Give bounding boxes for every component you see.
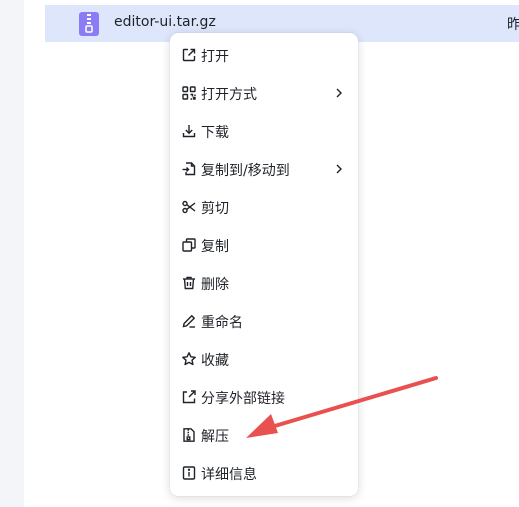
menu-item-cut[interactable]: 剪切 (170, 189, 358, 225)
menu-item-extract[interactable]: 解压 (170, 417, 358, 453)
menu-item-label: 重命名 (201, 315, 243, 331)
open-external-icon (181, 47, 197, 63)
menu-item-label: 解压 (201, 429, 229, 445)
chevron-right-icon (333, 163, 345, 175)
menu-item-details[interactable]: 详细信息 (170, 455, 358, 491)
menu-item-copy[interactable]: 复制 (170, 227, 358, 263)
star-icon (181, 351, 197, 367)
menu-item-rename[interactable]: 重命名 (170, 303, 358, 339)
context-menu: 打开 打开方式 下载 复制到/移动到 剪切 复制 删除 重命名 收藏 分享外部链… (170, 33, 358, 496)
copy-move-to-icon (181, 161, 197, 177)
archive-file-icon (78, 12, 100, 36)
menu-item-label: 打开方式 (201, 87, 257, 103)
file-name: editor-ui.tar.gz (114, 14, 216, 30)
menu-item-open-with[interactable]: 打开方式 (170, 75, 358, 111)
sidebar-edge (0, 0, 24, 507)
menu-item-label: 下载 (201, 125, 229, 141)
menu-item-delete[interactable]: 删除 (170, 265, 358, 301)
menu-item-favorite[interactable]: 收藏 (170, 341, 358, 377)
menu-item-label: 删除 (201, 277, 229, 293)
menu-item-open[interactable]: 打开 (170, 37, 358, 73)
menu-item-label: 剪切 (201, 201, 229, 217)
download-icon (181, 123, 197, 139)
menu-item-label: 分享外部链接 (201, 391, 285, 407)
menu-item-share-link[interactable]: 分享外部链接 (170, 379, 358, 415)
chevron-right-icon (333, 87, 345, 99)
copy-icon (181, 237, 197, 253)
share-external-icon (181, 389, 197, 405)
menu-item-copy-move-to[interactable]: 复制到/移动到 (170, 151, 358, 187)
open-with-grid-icon (181, 85, 197, 101)
menu-item-label: 打开 (201, 49, 229, 65)
pencil-icon (181, 313, 197, 329)
trash-icon (181, 275, 197, 291)
menu-item-label: 收藏 (201, 353, 229, 369)
menu-item-label: 复制到/移动到 (201, 163, 290, 179)
unzip-icon (181, 427, 197, 443)
scissors-icon (181, 199, 197, 215)
file-modified-date: 昨 (507, 17, 519, 33)
menu-item-label: 复制 (201, 239, 229, 255)
menu-item-label: 详细信息 (201, 467, 257, 483)
menu-item-download[interactable]: 下载 (170, 113, 358, 149)
info-icon (181, 465, 197, 481)
